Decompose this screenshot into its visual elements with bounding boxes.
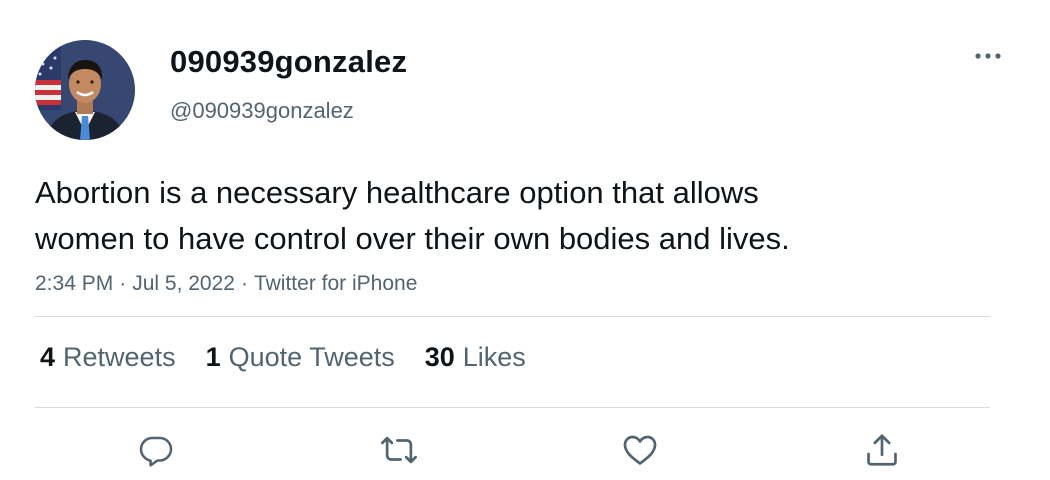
like-icon <box>623 435 657 465</box>
likes-count: 30 <box>424 342 455 372</box>
user-handle[interactable]: @090939gonzalez <box>170 98 354 124</box>
divider <box>35 316 990 317</box>
retweets-stat[interactable]: 4 Retweets <box>40 342 176 373</box>
tweet-meta: 2:34 PM · Jul 5, 2022 · Twitter for iPhone <box>35 272 417 296</box>
avatar-photo-icon <box>35 40 135 140</box>
action-bar <box>0 428 1050 474</box>
like-button[interactable] <box>618 428 662 472</box>
likes-label: Likes <box>462 342 526 372</box>
reply-button[interactable] <box>134 428 178 472</box>
avatar[interactable] <box>35 40 135 140</box>
share-button[interactable] <box>860 428 904 472</box>
meta-separator: · <box>240 272 248 295</box>
likes-stat[interactable]: 30 Likes <box>425 342 526 373</box>
tweet-time[interactable]: 2:34 PM <box>35 272 113 295</box>
retweets-label: Retweets <box>63 342 176 372</box>
display-name[interactable]: 090939gonzalez <box>170 44 407 80</box>
quote-tweets-count: 1 <box>205 342 221 372</box>
retweet-icon <box>381 436 417 464</box>
more-icon <box>975 53 1001 59</box>
quote-tweets-stat[interactable]: 1 Quote Tweets <box>206 342 395 373</box>
retweet-button[interactable] <box>377 428 421 472</box>
retweets-count: 4 <box>40 342 56 372</box>
reply-icon <box>139 436 173 467</box>
tweet-text: Abortion is a necessary healthcare optio… <box>35 175 790 256</box>
more-options-button[interactable] <box>968 42 1008 70</box>
tweet-stats: 4 Retweets 1 Quote Tweets 30 Likes <box>40 342 526 373</box>
divider <box>35 407 990 408</box>
tweet-card: 090939gonzalez @090939gonzalez Abortion … <box>0 0 1050 480</box>
quote-tweets-label: Quote Tweets <box>228 342 395 372</box>
tweet-date[interactable]: Jul 5, 2022 <box>132 272 235 295</box>
tweet-source[interactable]: Twitter for iPhone <box>254 272 417 295</box>
meta-separator: · <box>119 272 127 295</box>
share-icon <box>867 434 897 466</box>
